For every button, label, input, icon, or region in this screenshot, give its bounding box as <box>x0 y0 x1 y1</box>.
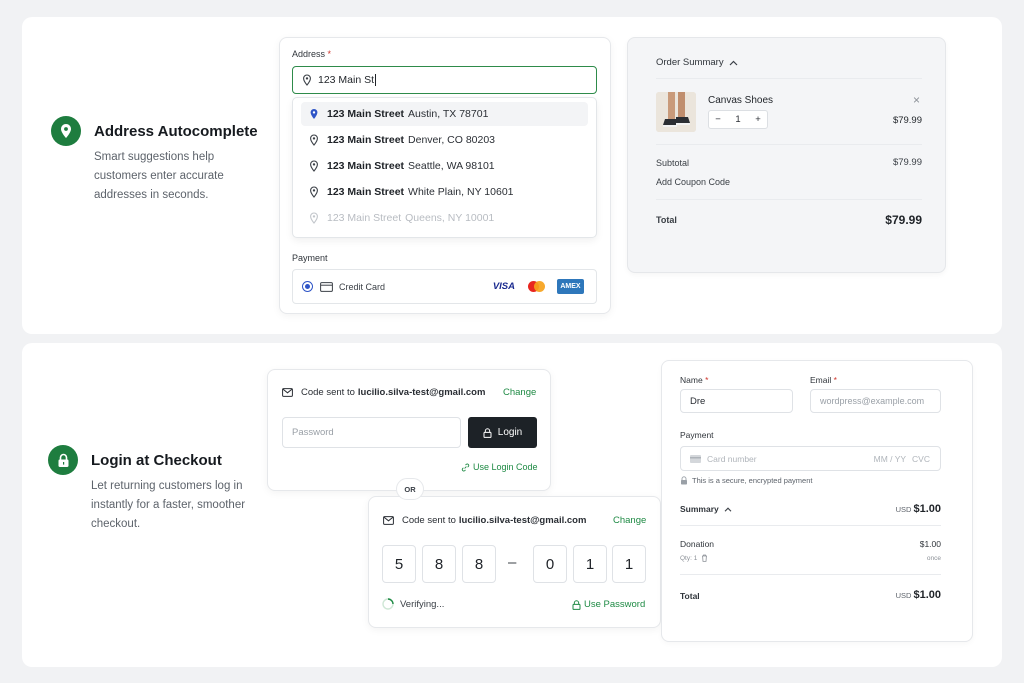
pin-icon <box>310 134 318 146</box>
mail-icon <box>383 516 394 525</box>
suggestion-item[interactable]: 123 Main Street White Plain, NY 10601 <box>301 180 588 204</box>
donation-item-amount: $1.00 <box>919 539 941 549</box>
payment-label: Payment <box>292 253 328 263</box>
email-label: Email * <box>810 375 837 385</box>
order-summary-card <box>627 37 946 273</box>
location-badge-icon <box>51 116 81 146</box>
login-code-sent-row: Code sent to lucilio.silva-test@gmail.co… <box>282 387 485 398</box>
order-summary-toggle[interactable]: Order Summary <box>656 57 738 68</box>
suggestion-item[interactable]: 123 Main Street Seattle, WA 98101 <box>301 154 588 178</box>
credit-card-icon <box>320 281 333 292</box>
spinner-icon <box>382 598 394 610</box>
card-number-field[interactable]: Card number MM / YY CVC <box>680 446 941 471</box>
verifying-status: Verifying... <box>382 598 444 610</box>
total-label: Total <box>656 215 677 225</box>
product-thumbnail <box>656 92 696 132</box>
name-label: Name * <box>680 375 709 385</box>
qty-decrease-button[interactable]: − <box>709 114 727 125</box>
mastercard-logo <box>528 281 545 292</box>
address-suggestions: 123 Main Street Austin, TX 78701 123 Main… <box>292 97 597 238</box>
qty-increase-button[interactable]: + <box>749 114 767 125</box>
code-sent-row: Code sent to lucilio.silva-test@gmail.co… <box>383 515 586 526</box>
or-separator: OR <box>396 478 424 500</box>
text-cursor <box>375 74 377 86</box>
link-icon <box>461 463 470 471</box>
card-icon <box>690 454 701 463</box>
mail-icon <box>282 388 293 397</box>
pin-icon <box>310 186 318 198</box>
qty-value[interactable]: 1 <box>727 114 749 125</box>
code-digit-4[interactable]: 0 <box>533 545 567 583</box>
password-input[interactable]: Password <box>282 417 461 448</box>
address-feature-desc: Smart suggestions help customers enter a… <box>94 151 224 201</box>
pin-icon <box>310 160 318 172</box>
name-field[interactable]: Dre <box>680 389 793 413</box>
subtotal-label: Subtotal <box>656 158 690 168</box>
visa-logo: VISA <box>492 281 515 292</box>
login-feature-desc: Let returning customers log in instantly… <box>91 480 246 530</box>
pin-icon <box>303 74 311 86</box>
divider <box>656 78 922 79</box>
trash-icon[interactable] <box>701 554 708 562</box>
code-digit-5[interactable]: 1 <box>573 545 607 583</box>
add-coupon-link[interactable]: Add Coupon Code <box>656 177 730 187</box>
remove-item-button[interactable]: × <box>913 93 920 107</box>
code-digit-6[interactable]: 1 <box>612 545 646 583</box>
login-change-link[interactable]: Change <box>503 387 536 398</box>
quantity-stepper[interactable]: − 1 + <box>708 110 768 129</box>
divider <box>680 525 941 526</box>
code-digit-3[interactable]: 8 <box>462 545 496 583</box>
lock-icon <box>572 599 581 610</box>
product-price: $79.99 <box>892 115 922 126</box>
address-input[interactable]: 123 Main St <box>292 66 597 94</box>
address-input-value: 123 Main St <box>318 74 375 86</box>
lock-badge-icon <box>48 445 78 475</box>
summary-toggle[interactable]: Summary <box>680 504 732 514</box>
donation-total-label: Total <box>680 591 700 601</box>
lock-icon <box>681 476 687 485</box>
suggestion-item[interactable]: 123 Main Street Denver, CO 80203 <box>301 128 588 152</box>
suggestion-item[interactable]: 123 Main Street Queens, NY 10001 <box>301 206 588 230</box>
total-value: $79.99 <box>885 213 922 227</box>
code-change-link[interactable]: Change <box>613 515 646 526</box>
radio-selected[interactable] <box>302 281 313 292</box>
secure-payment-note: This is a secure, encrypted payment <box>680 476 812 485</box>
login-feature-title: Login at Checkout <box>91 452 222 469</box>
credit-card-option[interactable]: Credit Card VISA AMEX <box>292 269 597 304</box>
address-label: Address * <box>292 49 332 59</box>
divider <box>656 199 922 200</box>
donation-item-name: Donation <box>680 539 715 549</box>
chevron-up-icon <box>724 506 732 512</box>
amex-logo: AMEX <box>557 279 584 294</box>
subtotal-value: $79.99 <box>892 157 922 168</box>
pin-filled-icon <box>310 109 318 119</box>
email-field[interactable]: wordpress@example.com <box>810 389 941 413</box>
divider <box>680 574 941 575</box>
pin-icon <box>310 212 318 224</box>
address-feature-title: Address Autocomplete <box>94 123 258 140</box>
code-digit-2[interactable]: 8 <box>422 545 456 583</box>
credit-card-label: Credit Card <box>339 281 386 292</box>
code-dash: – <box>508 554 517 571</box>
summary-amount: USD $1.00 <box>895 503 941 515</box>
lock-icon <box>483 427 492 438</box>
donation-payment-label: Payment <box>680 430 714 440</box>
suggestion-item[interactable]: 123 Main Street Austin, TX 78701 <box>301 102 588 126</box>
chevron-up-icon <box>729 60 738 65</box>
donation-total-amount: USD $1.00 <box>895 589 941 601</box>
code-digit-1[interactable]: 5 <box>382 545 416 583</box>
donation-item-frequency: once <box>926 555 941 562</box>
divider <box>656 144 922 145</box>
login-button[interactable]: Login <box>468 417 537 448</box>
donation-item-qty: Qty: 1 <box>680 554 708 562</box>
use-login-code-link[interactable]: Use Login Code <box>461 462 538 472</box>
use-password-link[interactable]: Use Password <box>572 599 645 610</box>
product-name: Canvas Shoes <box>708 95 774 106</box>
